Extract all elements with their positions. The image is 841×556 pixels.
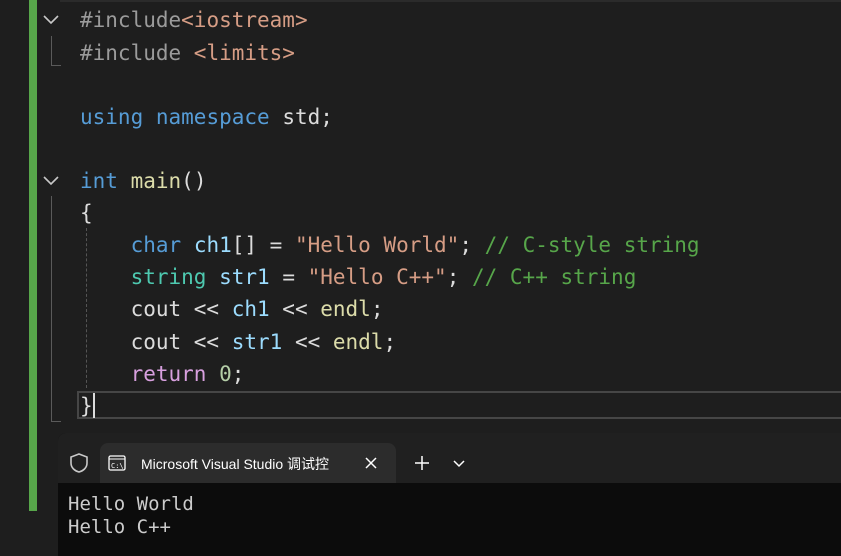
console-output[interactable]: Hello World Hello C++	[58, 483, 841, 556]
code-token: int	[80, 169, 118, 193]
code-token: // C++ string	[471, 265, 637, 289]
console-output-line: Hello World	[68, 493, 194, 515]
code-token: main	[130, 169, 182, 193]
include-fold-guide	[51, 36, 52, 66]
code-token: ;	[370, 297, 384, 321]
code-token: cout <<	[80, 330, 232, 354]
main-fold-guide	[51, 196, 52, 422]
code-token: namespace	[155, 105, 270, 129]
collapse-main-chevron-down-icon[interactable]	[41, 171, 61, 191]
code-line[interactable]: cout << str1 << endl;	[80, 326, 397, 358]
code-line[interactable]: int main()	[80, 165, 206, 197]
code-token: return	[130, 362, 207, 386]
code-token: cout <<	[80, 297, 232, 321]
svg-text:C:\: C:\	[111, 462, 124, 470]
shield-icon[interactable]	[68, 452, 90, 474]
code-line[interactable]: }	[80, 390, 93, 422]
code-token: <limits>	[193, 41, 295, 65]
code-token: }	[80, 394, 93, 418]
include-fold-guide-end	[51, 65, 61, 66]
editor-top-border	[60, 0, 841, 2]
collapse-includes-chevron-down-icon[interactable]	[41, 10, 61, 30]
code-token: #include	[80, 41, 194, 65]
console-window[interactable]: C:\ Microsoft Visual Studio 调试控 Hello Wo…	[58, 433, 841, 556]
console-icon: C:\	[108, 455, 126, 471]
code-token: #include	[80, 8, 182, 32]
code-line[interactable]: #include <limits>	[80, 37, 295, 69]
code-line[interactable]: cout << ch1 << endl;	[80, 293, 384, 325]
close-icon[interactable]	[362, 454, 380, 472]
code-token: char	[130, 233, 182, 257]
code-line[interactable]: return 0;	[80, 358, 245, 390]
code-token: endl	[332, 330, 384, 354]
code-token: ch1	[231, 297, 270, 321]
code-line[interactable]: {	[80, 197, 93, 229]
code-token: 0	[219, 362, 232, 386]
code-line[interactable]: char ch1[] = "Hello World"; // C-style s…	[80, 229, 700, 261]
code-token: // C-style string	[484, 233, 700, 257]
code-token: str1	[219, 265, 270, 289]
code-token: using	[80, 105, 144, 129]
main-fold-guide-end	[51, 421, 61, 422]
code-token: "Hello World"	[294, 233, 460, 257]
code-line[interactable]: string str1 = "Hello C++"; // C++ string	[80, 261, 637, 293]
terminal-tab-bar: C:\ Microsoft Visual Studio 调试控	[58, 433, 841, 484]
code-token: "Hello C++"	[307, 265, 447, 289]
code-token: endl	[320, 297, 371, 321]
code-token: =	[269, 265, 308, 289]
code-token: [] =	[231, 233, 295, 257]
code-token: ;	[459, 233, 485, 257]
code-token: {	[80, 201, 93, 225]
code-token: ;	[383, 330, 397, 354]
terminal-tab[interactable]: C:\ Microsoft Visual Studio 调试控	[100, 443, 396, 484]
code-token: str1	[231, 330, 283, 354]
code-token: std;	[269, 105, 333, 129]
console-output-line: Hello C++	[68, 516, 171, 538]
terminal-tab-title: Microsoft Visual Studio 调试控	[141, 456, 330, 472]
text-caret	[93, 393, 95, 418]
current-line-highlight	[77, 391, 841, 419]
code-token: ;	[231, 362, 245, 386]
new-tab-plus-icon[interactable]	[412, 453, 432, 473]
code-token: <iostream>	[181, 8, 308, 32]
change-tracking-bar	[29, 0, 37, 511]
code-token: ()	[181, 169, 207, 193]
code-token: ch1	[193, 233, 232, 257]
tab-dropdown-chevron-down-icon[interactable]	[450, 455, 468, 473]
code-line[interactable]: using namespace std;	[80, 101, 333, 133]
code-token: <<	[282, 330, 333, 354]
code-token: ;	[446, 265, 472, 289]
code-token: string	[130, 265, 207, 289]
code-line[interactable]: #include<iostream>	[80, 4, 308, 36]
code-token: <<	[269, 297, 321, 321]
